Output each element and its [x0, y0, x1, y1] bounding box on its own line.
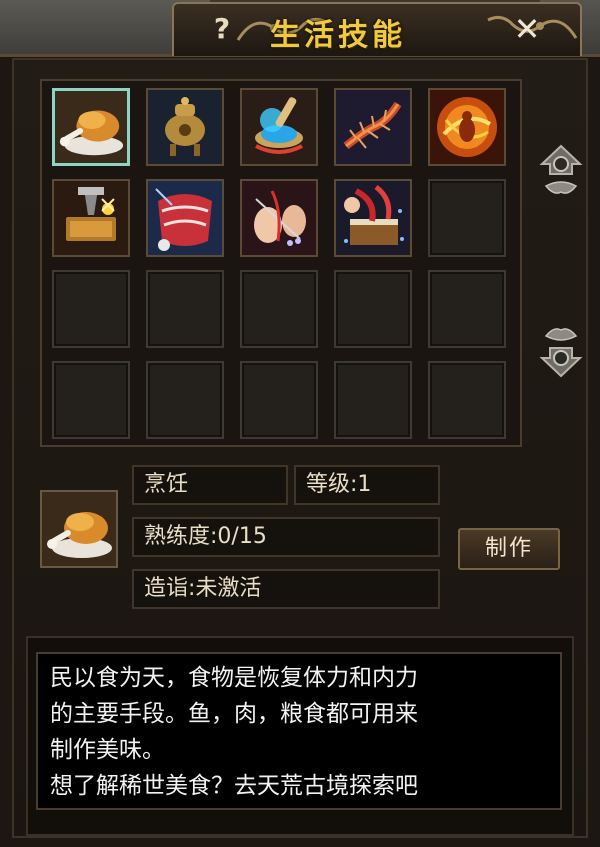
- mortar-potion-icon: [242, 90, 316, 164]
- skill-slot[interactable]: [240, 179, 318, 257]
- skill-slot[interactable]: [240, 88, 318, 166]
- book-crafting-icon: [336, 181, 410, 255]
- centipede-icon: [336, 90, 410, 164]
- empty-skill-slot: [428, 361, 506, 439]
- empty-skill-slot: [334, 361, 412, 439]
- description-line: 的主要手段。鱼，肉，粮食都可用来: [50, 701, 418, 727]
- tailoring-cloth-icon: [148, 181, 222, 255]
- skill-slot[interactable]: [428, 88, 506, 166]
- help-button[interactable]: ?: [205, 12, 239, 46]
- empty-skill-slot: [240, 361, 318, 439]
- empty-skill-slot: [428, 270, 506, 348]
- description-line: 制作美味。: [50, 737, 165, 763]
- roast-chicken-icon: [55, 91, 127, 163]
- empty-skill-slot: [146, 361, 224, 439]
- skill-slot[interactable]: [146, 88, 224, 166]
- roast-chicken-icon: [42, 492, 116, 566]
- empty-skill-slot: [240, 270, 318, 348]
- empty-skill-slot: [334, 270, 412, 348]
- needlework-icon: [242, 181, 316, 255]
- skill-level-field: 等级:1: [294, 465, 440, 505]
- window-title: 生活技能: [270, 18, 406, 53]
- scroll-down-button[interactable]: [536, 322, 586, 380]
- empty-skill-slot: [146, 270, 224, 348]
- description-line: 想了解稀世美食？去天荒古境探索吧: [50, 773, 418, 799]
- mastery-field: 造诣:未激活: [132, 569, 440, 609]
- make-button[interactable]: 制作: [458, 528, 560, 570]
- incense-burner-icon: [148, 90, 222, 164]
- skill-name-field: 烹饪: [132, 465, 288, 505]
- skill-slot[interactable]: [146, 179, 224, 257]
- selected-skill-preview: [40, 490, 118, 568]
- fire-spirit-icon: [430, 90, 504, 164]
- empty-skill-slot: [428, 179, 506, 257]
- description-line: 民以食为天，食物是恢复体力和内力: [50, 665, 418, 691]
- skill-slot[interactable]: [334, 179, 412, 257]
- empty-skill-slot: [52, 270, 130, 348]
- close-button[interactable]: ✕: [508, 12, 546, 46]
- skill-slot[interactable]: [52, 179, 130, 257]
- skill-slot[interactable]: [52, 88, 130, 166]
- scroll-up-button[interactable]: [536, 142, 586, 200]
- forge-anvil-icon: [54, 181, 128, 255]
- skill-description: 民以食为天，食物是恢复体力和内力 的主要手段。鱼，肉，粮食都可用来 制作美味。 …: [36, 652, 562, 810]
- proficiency-field: 熟练度:0/15: [132, 517, 440, 557]
- empty-skill-slot: [52, 361, 130, 439]
- skill-slot[interactable]: [334, 88, 412, 166]
